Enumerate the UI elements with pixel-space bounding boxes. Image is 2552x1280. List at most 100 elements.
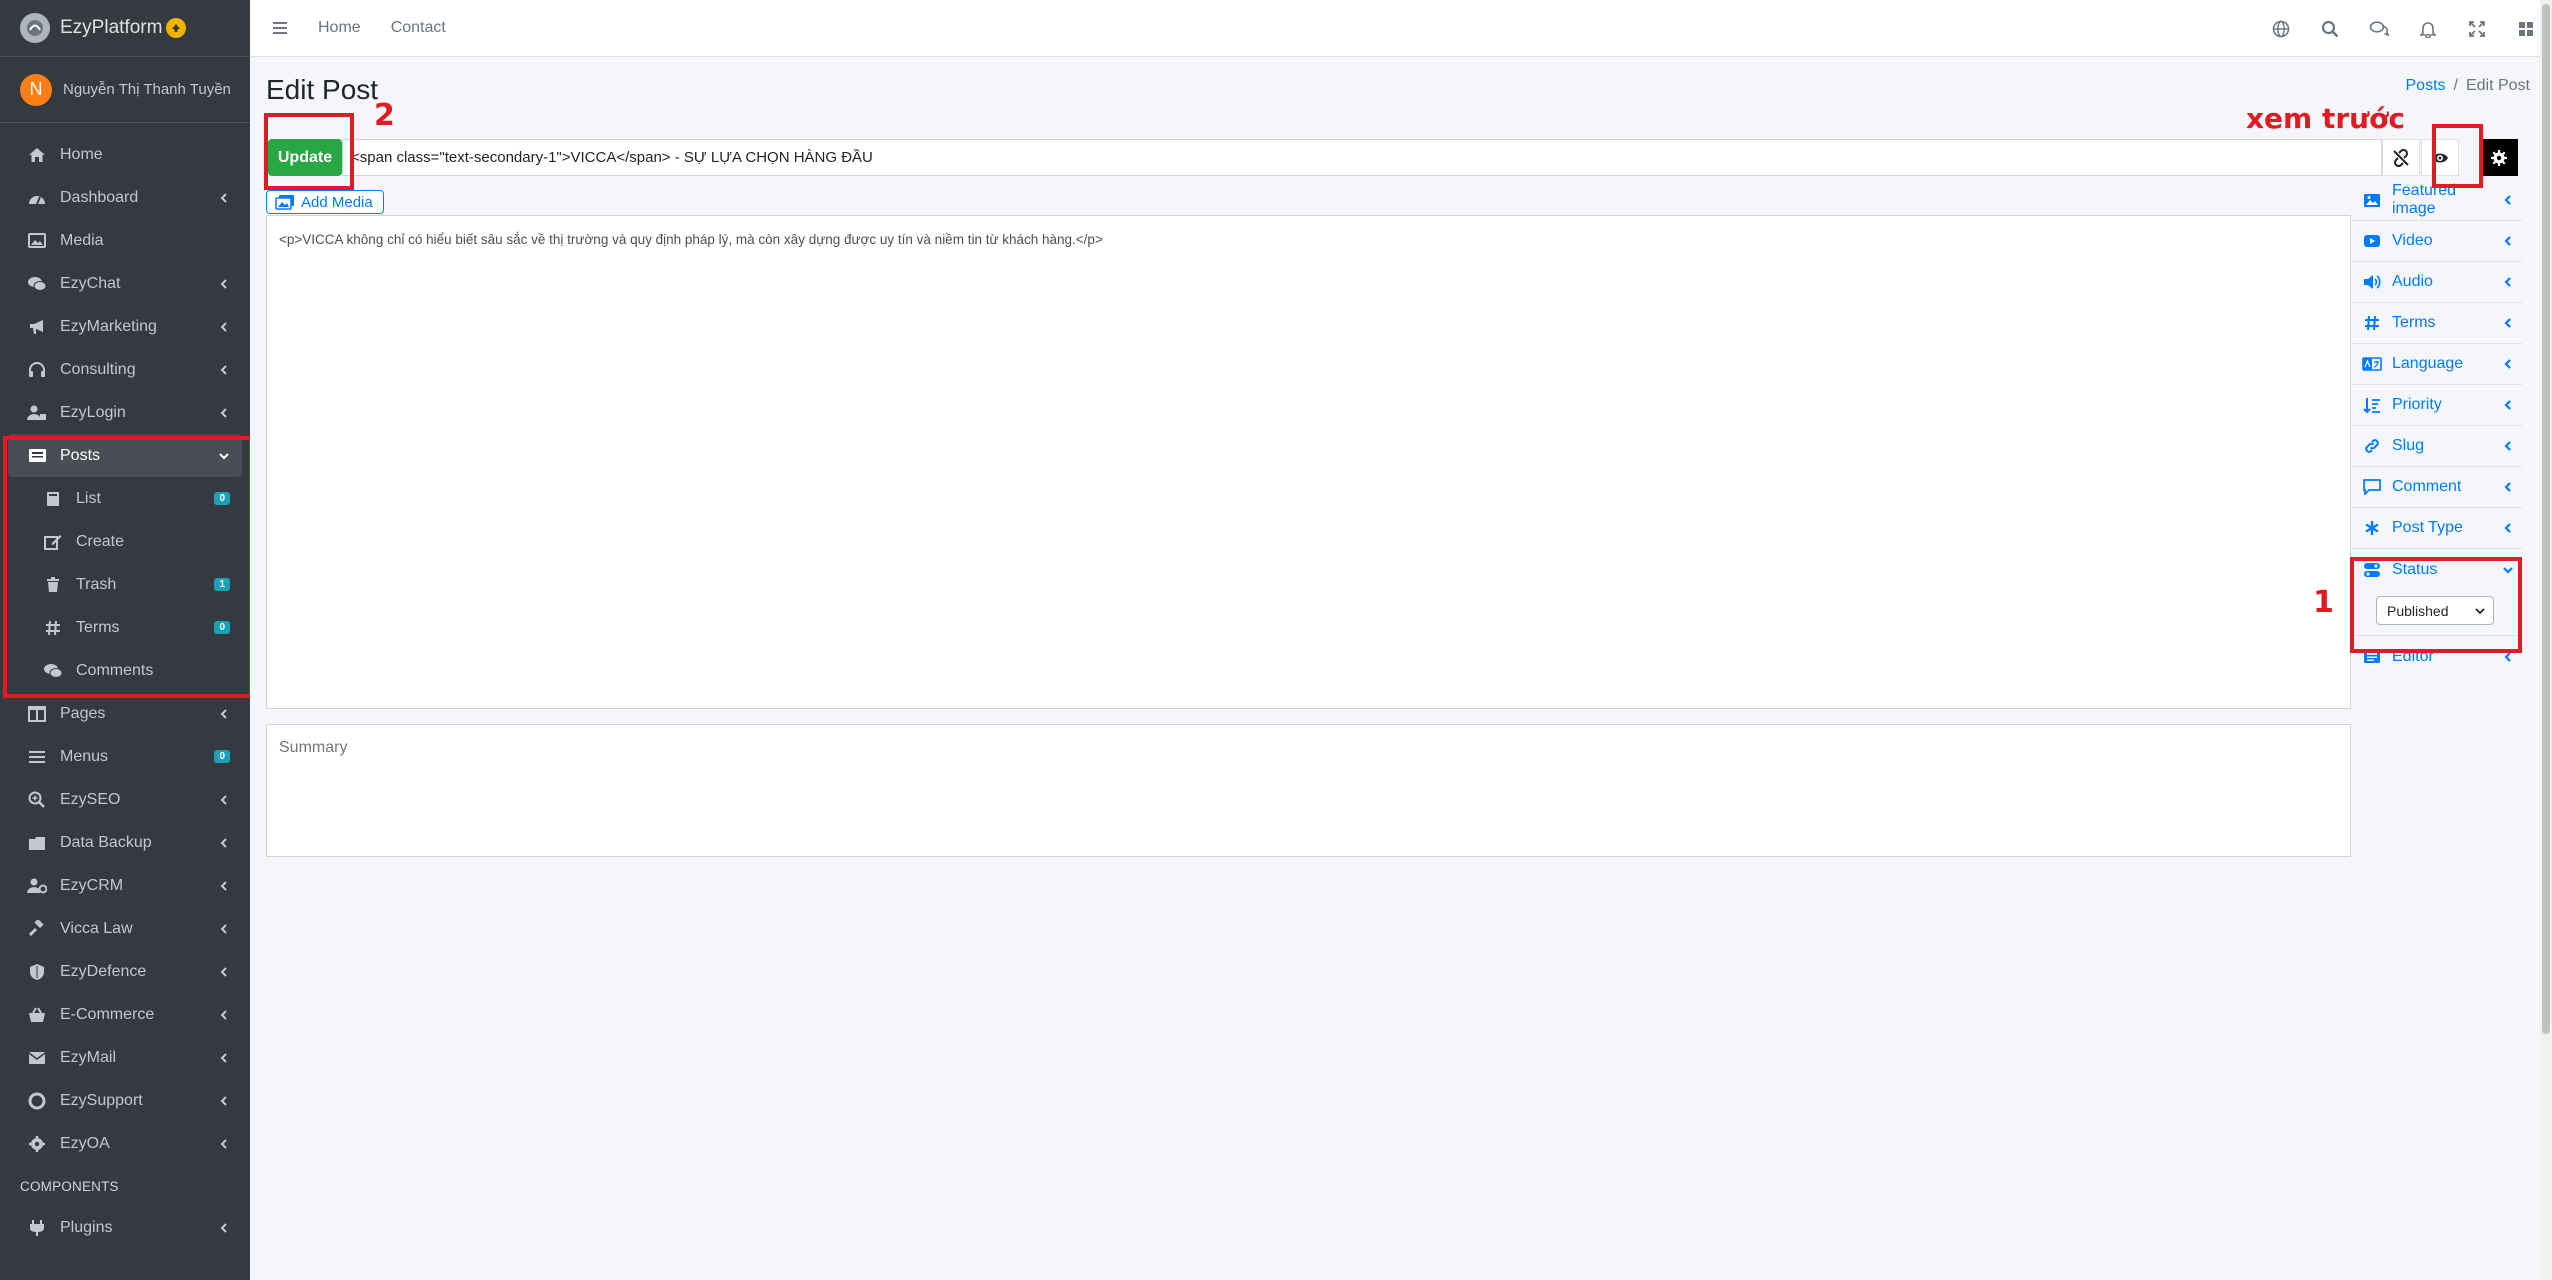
sidebar-item-consulting[interactable]: Consulting [8,348,242,391]
unlink-icon [2393,148,2409,167]
sidebar-item-media[interactable]: Media [8,219,242,262]
editor-icon [2362,647,2382,667]
breadcrumb-separator: / [2453,77,2458,94]
panel-item-terms[interactable]: Terms [2352,303,2522,344]
comments-icon [42,660,64,682]
status-select[interactable]: Published [2376,596,2494,625]
breadcrumb-posts-link[interactable]: Posts [2406,77,2446,95]
settings-button[interactable] [2480,139,2518,176]
annotation-preview-label: xem trước [2246,102,2405,135]
sidebar-item-ezylogin[interactable]: EzyLogin [8,391,242,434]
user-panel[interactable]: N Nguyễn Thị Thanh Tuyền [0,57,250,123]
sidebar-item-ezydefence[interactable]: EzyDefence [8,950,242,993]
sidebar-item-label: EzyChat [60,274,121,292]
sidebar-item-ezychat[interactable]: EzyChat [8,262,242,305]
lifebuoy-icon [26,1090,48,1112]
panel-item-video[interactable]: Video [2352,221,2522,262]
nav-contact-link[interactable]: Contact [391,19,446,37]
sidebar-item-list[interactable]: List 0 [8,477,242,520]
unlink-button[interactable] [2382,139,2420,176]
panel-item-label: Slug [2392,437,2425,454]
bell-icon[interactable] [2418,19,2438,39]
panel-item-audio[interactable]: Audio [2352,262,2522,303]
columns-icon [26,703,48,725]
globe-icon[interactable] [2271,19,2291,39]
chevron-left-icon [220,966,227,977]
panel-item-editor[interactable]: Editor [2352,636,2522,677]
post-title-input[interactable] [342,139,2382,176]
page-title: Edit Post [266,74,379,105]
sidebar-item-ezyseo[interactable]: EzySEO [8,778,242,821]
panel-item-post-type[interactable]: Post Type [2352,508,2522,549]
panel-item-label: Post Type [2392,519,2463,536]
chevron-left-icon [2504,651,2511,662]
chevron-left-icon [2504,277,2511,287]
chevron-left-icon [220,407,227,418]
panel-item-label: Comment [2392,478,2462,495]
user-name: Nguyễn Thị Thanh Tuyền [63,81,231,98]
brand-link[interactable]: EzyPlatform [0,0,250,57]
sidebar-item-home[interactable]: Home [8,133,242,176]
panel-item-slug[interactable]: Slug [2352,426,2522,467]
preview-button[interactable] [2421,139,2459,176]
search-icon[interactable] [2320,19,2340,39]
sidebar-item-e-commerce[interactable]: E-Commerce [8,993,242,1036]
youtube-icon [2362,231,2382,251]
sidebar-item-vicca-law[interactable]: Vicca Law [8,907,242,950]
book-icon [42,488,64,510]
sidebar-item-menus[interactable]: Menus 0 [8,735,242,778]
sidebar-item-ezymail[interactable]: EzyMail [8,1036,242,1079]
sidebar-item-create[interactable]: Create [8,520,242,563]
update-button[interactable]: Update [268,139,342,176]
fullscreen-icon[interactable] [2467,19,2487,39]
bars-icon [26,746,48,768]
sidebar-item-comments[interactable]: Comments [8,649,242,692]
sidebar-item-data-backup[interactable]: Data Backup [8,821,242,864]
annotation-step-2: 2 [374,98,395,133]
sidebar-item-label: Trash [76,575,117,593]
panel-item-priority[interactable]: Priority [2352,385,2522,426]
shield-icon [26,961,48,983]
toggle-icon [2362,560,2382,580]
summary-field[interactable] [266,724,2351,857]
panel-item-comment[interactable]: Comment [2352,467,2522,508]
panel-item-label: Priority [2392,396,2442,413]
menu-toggle-icon[interactable] [272,21,288,35]
sidebar-item-ezymarketing[interactable]: EzyMarketing [8,305,242,348]
chevron-left-icon [2504,400,2511,410]
content-editor[interactable]: <p>VICCA không chỉ có hiểu biết sâu sắc … [266,215,2351,709]
chevron-left-icon [220,1095,227,1106]
panel-item-status[interactable]: Status [2352,549,2522,590]
scrollbar-thumb[interactable] [2542,4,2550,1034]
page-scrollbar[interactable] [2540,0,2552,1280]
sidebar-item-label: Menus [60,747,109,765]
sidebar-item-ezysupport[interactable]: EzySupport [8,1079,242,1122]
components-header: COMPONENTS [20,1179,119,1194]
panel-item-featured-image[interactable]: Featured image [2352,180,2522,221]
sidebar-item-dashboard[interactable]: Dashboard [8,176,242,219]
sidebar: EzyPlatform N Nguyễn Thị Thanh Tuyền Hom… [0,0,250,1280]
sidebar-item-ezycrm[interactable]: EzyCRM [8,864,242,907]
sidebar-item-pages[interactable]: Pages [8,692,242,735]
sidebar-item-posts[interactable]: Posts [8,434,242,477]
gear-icon [2491,149,2507,166]
link-icon [2362,436,2382,456]
sidebar-item-ezyoa[interactable]: EzyOA [8,1122,242,1165]
dashboard-icon [26,187,48,209]
chevron-left-icon [220,278,227,289]
count-badge: 0 [214,621,230,634]
sidebar-item-trash[interactable]: Trash 1 [8,563,242,606]
add-media-button[interactable]: Add Media [266,190,384,214]
sidebar-item-terms[interactable]: Terms 0 [8,606,242,649]
upgrade-icon[interactable] [166,18,187,38]
sidebar-item-plugins[interactable]: Plugins [8,1206,242,1249]
nav-home-link[interactable]: Home [318,19,361,37]
chevron-left-icon [220,794,227,805]
messages-icon[interactable] [2369,19,2389,39]
apps-grid-icon[interactable] [2516,19,2536,39]
sidebar-item-label: EzyMail [60,1048,117,1066]
volume-icon [2362,272,2382,292]
sidebar-item-label: Terms [76,618,120,636]
navbar-actions [2271,0,2536,57]
panel-item-language[interactable]: Language [2352,344,2522,385]
